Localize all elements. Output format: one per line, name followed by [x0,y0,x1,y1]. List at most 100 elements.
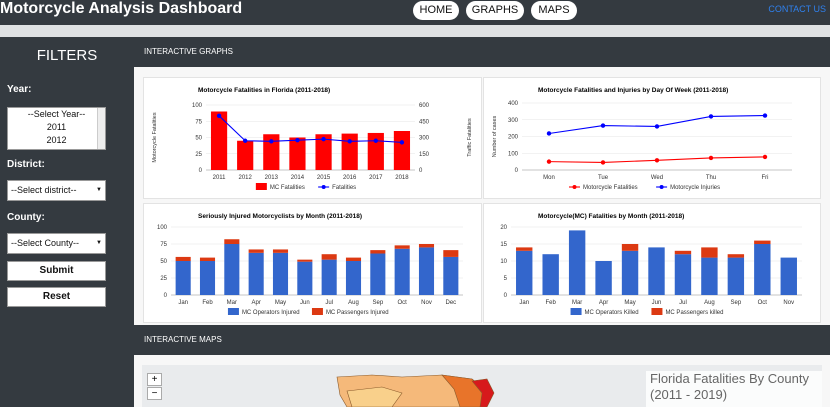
year-select[interactable]: --Select Year-- 2011 2012 [7,107,106,150]
data-point [708,114,714,119]
legend-label: Motorcycle Fatalities [583,185,638,191]
x-tick-label: Mar [227,300,237,306]
data-point [269,139,274,144]
x-tick-label: Mar [572,300,582,306]
data-point [295,138,300,143]
x-tick-label: Sep [372,300,383,306]
district-select[interactable]: --Select district-- ▼ [7,180,106,201]
bar [727,254,745,258]
y-tick-label: 10 [500,259,507,265]
data-point [654,158,660,163]
y-tick-label: 0 [515,168,519,174]
y-tick-label: 20 [500,225,507,231]
filters-sidebar: FILTERS Year: --Select Year-- 2011 2012 … [0,37,134,407]
contact-us-link[interactable]: CONTACT US [768,4,826,14]
x-tick-label: Oct [758,300,768,306]
y-tick-label: 75 [195,119,202,125]
bar [199,257,216,261]
x-tick-label: Feb [202,300,213,306]
legend-label: MC Passengers killed [665,310,723,316]
chart-card: Motorcycle(MC) Fatalities by Month (2011… [483,203,821,323]
legend-point-marker [321,185,326,189]
bar [394,245,410,249]
florida-map[interactable]: + − Florida Fatalities By County (2011 -… [142,365,822,407]
x-tick-label: Jan [178,300,188,306]
map-title: Florida Fatalities By County [650,371,809,386]
y-tick-label: 50 [160,259,167,265]
x-tick-label: Feb [546,300,557,306]
nav-home-button[interactable]: HOME [413,1,459,20]
app-title: Motorcycle Analysis Dashboard [0,0,243,17]
data-point [242,138,248,143]
nav-maps-button[interactable]: MAPS [531,1,577,20]
data-point [321,136,326,142]
x-tick-label: Apr [251,300,260,306]
x-tick-label: Jun [652,300,662,306]
year-option[interactable]: 2012 [8,134,105,147]
bar [727,257,745,295]
bar [443,250,459,257]
map-title-box: Florida Fatalities By County (2011 - 201… [646,371,822,407]
fatalities-year-chart: Motorcycle Fatalities in Florida (2011-2… [152,87,473,191]
x-tick-label: Nov [783,300,794,306]
legend-swatch [311,308,323,315]
zoom-in-button[interactable]: + [147,373,162,386]
year-option[interactable]: --Select Year-- [8,108,105,121]
data-point [546,131,552,136]
chart-title: Motorcycle Fatalities and Injuries by Da… [538,87,728,94]
map-subtitle: (2011 - 2019) [650,387,728,402]
x-tick-label: Nov [421,300,432,306]
x-tick-label: Jul [679,300,687,306]
y2-tick-label: 300 [419,136,430,142]
zoom-out-button[interactable]: − [147,387,162,400]
main-content: INTERACTIVE GRAPHS Motorcycle Fatalities… [134,37,830,407]
reset-button[interactable]: Reset [7,287,106,307]
injured-by-month-chart: Seriously Injured Motorcyclists by Month… [157,213,463,316]
bar [674,250,692,255]
bar [418,247,435,295]
chart-title: Seriously Injured Motorcyclists by Month… [198,213,362,220]
x-tick-label: 2011 [213,175,227,181]
graphs-section-header: INTERACTIVE GRAPHS [134,37,830,67]
x-tick-label: Jun [300,300,310,306]
bar [754,240,771,244]
x-tick-label: Oct [397,300,407,306]
chart-card: Seriously Injured Motorcyclists by Month… [143,203,482,323]
x-tick-label: Sep [731,300,742,306]
chart-title: Motorcycle(MC) Fatalities by Month (2011… [538,213,684,220]
county-select[interactable]: --Select County-- ▼ [7,233,106,254]
bar [237,140,254,170]
bar [674,254,692,295]
bar [248,252,264,295]
bar [516,250,533,295]
y-tick-label: 100 [508,151,519,157]
bar [297,259,313,262]
chart-card: Motorcycle Fatalities and Injuries by Da… [483,77,821,199]
bar [272,252,289,295]
x-tick-label: 2014 [291,175,305,181]
bar [175,261,191,295]
bar [621,250,639,295]
bar [648,247,665,295]
chart-title: Motorcycle Fatalities in Florida (2011-2… [198,87,330,94]
x-tick-label: 2012 [239,175,253,181]
bar [394,248,410,295]
x-tick-label: May [624,300,635,306]
x-tick-label: 2015 [317,175,331,181]
bar [516,247,533,251]
fatalities-by-month-chart: Motorcycle(MC) Fatalities by Month (2011… [500,213,802,316]
nav-graphs-button[interactable]: GRAPHS [466,1,524,20]
year-option[interactable]: 2011 [8,121,105,134]
data-point [762,113,768,118]
year-select-scrollbar[interactable] [97,108,105,149]
filters-heading: FILTERS [36,47,98,64]
bar [345,261,362,295]
x-tick-label: 2013 [265,175,279,181]
bar [418,244,435,248]
submit-button[interactable]: Submit [7,261,106,281]
bar [224,244,240,295]
x-tick-label: Tue [598,175,609,181]
y2-tick-label: 0 [419,168,423,174]
bar [210,111,228,170]
bar [370,253,386,295]
